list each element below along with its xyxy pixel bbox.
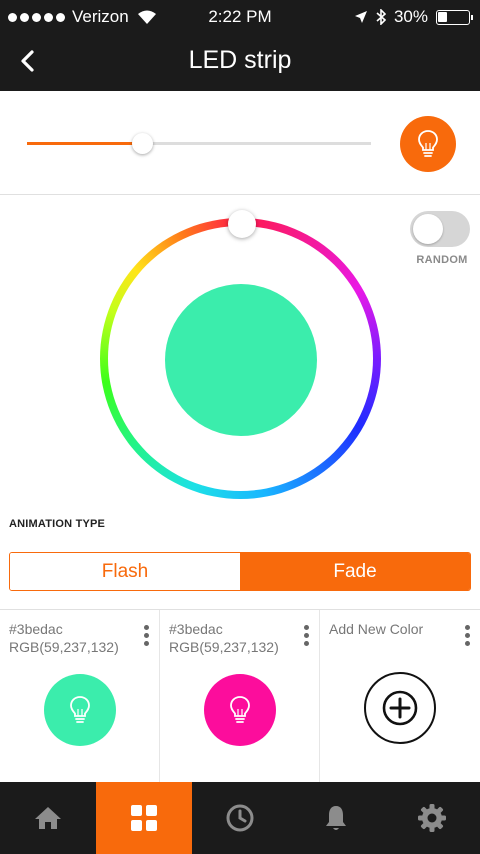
location-arrow-icon xyxy=(354,11,367,23)
power-bulb-button[interactable] xyxy=(400,116,456,172)
color-card[interactable]: #3bedac RGB(59,237,132) xyxy=(0,610,160,783)
grid-icon xyxy=(131,805,157,831)
tab-schedule[interactable] xyxy=(192,782,288,854)
header: LED strip xyxy=(0,34,480,91)
status-right: 30% xyxy=(354,7,473,27)
tab-settings[interactable] xyxy=(384,782,480,854)
bluetooth-icon xyxy=(376,9,386,25)
tab-devices[interactable] xyxy=(96,782,192,854)
random-toggle-thumb xyxy=(413,214,443,244)
tab-home[interactable] xyxy=(0,782,96,854)
fade-option[interactable]: Fade xyxy=(240,553,470,590)
selected-color-preview xyxy=(165,284,317,436)
bottom-tab-bar xyxy=(0,782,480,854)
more-options-icon[interactable] xyxy=(464,625,470,646)
more-options-icon[interactable] xyxy=(303,625,309,646)
add-color-button[interactable] xyxy=(364,672,436,744)
add-color-label: Add New Color xyxy=(329,621,424,637)
lightbulb-icon xyxy=(70,696,90,723)
color-card[interactable]: #3bedac RGB(59,237,132) xyxy=(160,610,320,783)
animation-type-selector: Flash Fade xyxy=(9,552,471,591)
home-icon xyxy=(35,807,61,829)
color-swatch[interactable] xyxy=(44,674,116,746)
status-bar: Verizon 2:22 PM 30% xyxy=(0,0,480,34)
battery-percent: 30% xyxy=(393,7,428,26)
flash-option[interactable]: Flash xyxy=(10,553,240,590)
brightness-slider-fill xyxy=(27,142,143,145)
color-rgb: RGB(59,237,132) xyxy=(9,639,119,655)
add-color-card[interactable]: Add New Color xyxy=(320,610,480,783)
lightbulb-icon xyxy=(230,696,250,723)
color-wheel-handle[interactable] xyxy=(228,210,256,238)
battery-fill xyxy=(438,11,447,22)
gear-icon xyxy=(418,804,446,832)
color-hex: #3bedac xyxy=(9,621,63,637)
lightbulb-icon xyxy=(418,130,438,157)
brightness-slider-thumb[interactable] xyxy=(132,133,154,154)
color-list: #3bedac RGB(59,237,132) #3bedac RGB(59,2… xyxy=(0,609,480,783)
tab-notifications[interactable] xyxy=(288,782,384,854)
page-title: LED strip xyxy=(188,46,292,74)
more-options-icon[interactable] xyxy=(143,625,149,646)
plus-circle-icon xyxy=(382,690,418,726)
random-toggle[interactable] xyxy=(410,211,470,247)
color-rgb: RGB(59,237,132) xyxy=(169,639,279,655)
color-swatch[interactable] xyxy=(204,674,276,746)
brightness-row xyxy=(0,91,480,195)
battery-icon xyxy=(436,9,473,25)
brightness-slider[interactable] xyxy=(27,142,371,145)
random-label: RANDOM xyxy=(416,254,468,266)
color-hex: #3bedac xyxy=(169,621,223,637)
clock-icon xyxy=(226,804,254,832)
bell-icon xyxy=(326,806,346,830)
animation-type-label: ANIMATION TYPE xyxy=(9,518,106,530)
